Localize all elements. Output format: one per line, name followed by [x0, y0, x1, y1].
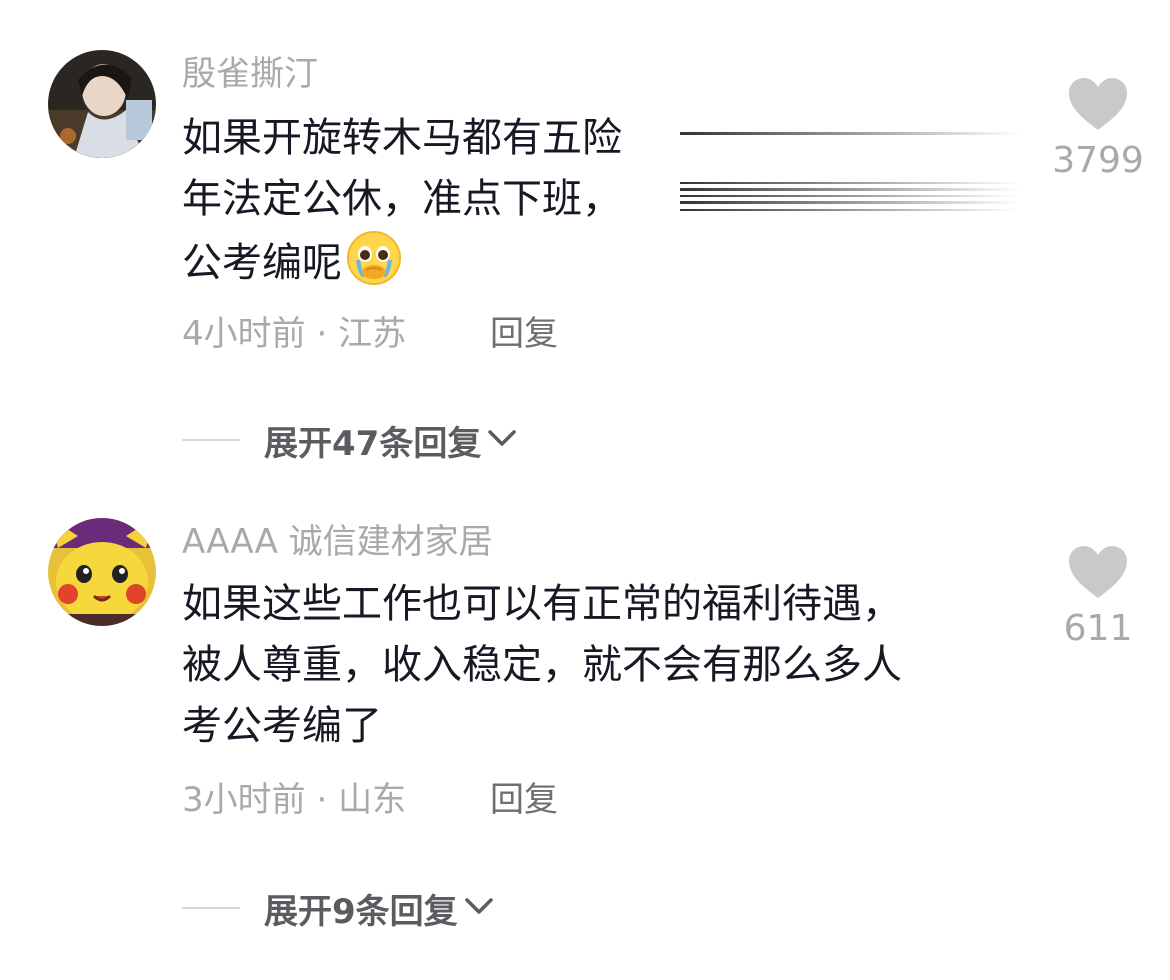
chevron-down-icon — [464, 896, 494, 920]
comment-text-line: 如果这些工作也可以有正常的福利待遇， — [182, 581, 902, 627]
crying-face-emoji-icon — [346, 230, 402, 304]
comment-meta: 4小时前 · 江苏 — [182, 312, 406, 356]
comment-text: 如果这些工作也可以有正常的福利待遇， 被人尊重，收入稳定，就不会有那么多人 考公… — [182, 574, 1012, 757]
comment-time: 3小时前 — [182, 780, 306, 820]
comment-username[interactable]: 殷雀撕汀 — [182, 52, 318, 96]
expand-divider — [182, 907, 240, 909]
comment-text-line: 考公考编了 — [182, 703, 382, 749]
comment-meta: 3小时前 · 山东 — [182, 778, 406, 822]
comment-text-line: 被人尊重，收入稳定，就不会有那么多人 — [182, 642, 902, 688]
pikachu-avatar-icon — [48, 518, 156, 626]
expand-replies-label: 展开47条回复 — [264, 423, 482, 464]
like-count: 611 — [1063, 608, 1133, 649]
expand-replies-button[interactable]: 展开9条回复 — [182, 886, 494, 932]
reply-button[interactable]: 回复 — [490, 312, 558, 356]
like-count: 3799 — [1052, 140, 1144, 181]
expand-replies-label: 展开9条回复 — [264, 891, 458, 932]
heart-icon — [1050, 76, 1146, 136]
heart-icon — [1050, 544, 1146, 604]
like-button[interactable]: 3799 — [1050, 76, 1146, 181]
meta-separator: · — [316, 314, 328, 354]
user-avatar-photo-icon — [48, 50, 156, 158]
reply-button[interactable]: 回复 — [490, 778, 558, 822]
overlay-streaks — [680, 128, 1020, 224]
comment-username[interactable]: AAAA 诚信建材家居 — [182, 520, 493, 564]
user-avatar[interactable] — [48, 518, 156, 626]
like-button[interactable]: 611 — [1050, 544, 1146, 649]
user-avatar[interactable] — [48, 50, 156, 158]
comment-time: 4小时前 — [182, 314, 306, 354]
expand-divider — [182, 439, 240, 441]
expand-replies-button[interactable]: 展开47条回复 — [182, 418, 517, 464]
comment-location: 山东 — [338, 780, 407, 820]
comment-location: 江苏 — [338, 314, 407, 354]
meta-separator: · — [316, 780, 328, 820]
chevron-down-icon — [487, 428, 517, 452]
comment-text-line: 公考编呢 — [182, 230, 1012, 291]
